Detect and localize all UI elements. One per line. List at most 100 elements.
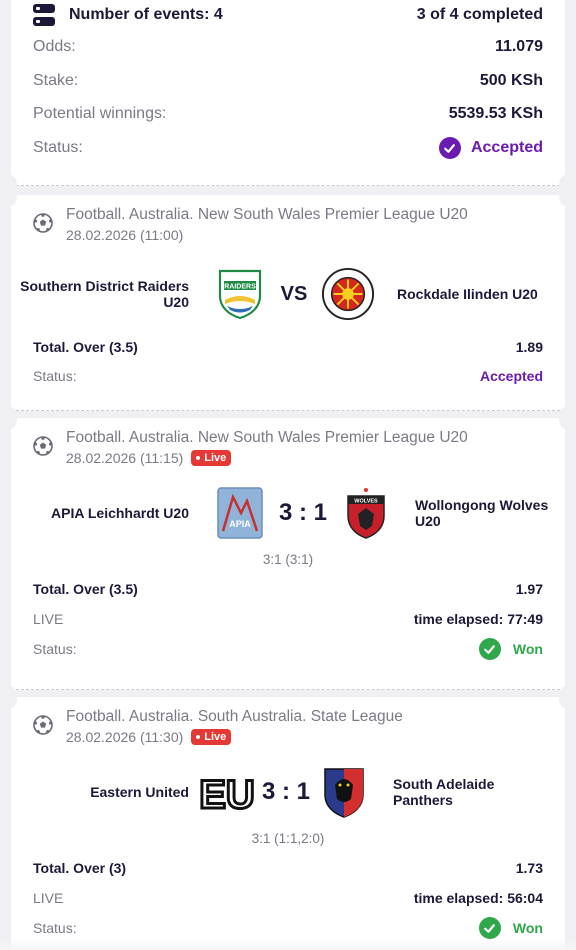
home-team: APIA Leichhardt U20 bbox=[51, 505, 189, 521]
bet-details: Number of events: 4 3 of 4 completed Odd… bbox=[5, 0, 571, 950]
period-score: 3:1 (3:1) bbox=[262, 552, 314, 567]
odds-row: Odds: 11.079 bbox=[33, 30, 543, 64]
status-label: Status: bbox=[33, 139, 83, 156]
ticket-notch bbox=[5, 407, 17, 429]
events-count-row: Number of events: 4 3 of 4 completed bbox=[33, 0, 543, 30]
event-header: Football. Australia. New South Wales Pre… bbox=[11, 418, 565, 466]
event-status-row: Status: Accepted bbox=[11, 366, 565, 386]
match-score: 3 : 1 bbox=[261, 778, 311, 805]
event-card[interactable]: Football. Australia. South Australia. St… bbox=[5, 686, 571, 950]
away-team: South Adelaide Panthers bbox=[393, 776, 495, 808]
market-name: Total. Over (3) bbox=[33, 860, 127, 876]
time-elapsed: time elapsed: 77:49 bbox=[413, 611, 543, 627]
event-status-value: Won bbox=[512, 641, 543, 657]
winnings-label: Potential winnings: bbox=[33, 105, 167, 122]
event-datetime: 28.02.2026 (11:30) bbox=[66, 729, 184, 745]
event-status: Accepted bbox=[479, 368, 543, 384]
stake-row: Stake: 500 KSh bbox=[33, 64, 543, 97]
event-datetime: 28.02.2026 (11:00) bbox=[66, 227, 184, 243]
matchup: APIA Leichhardt U20 APIA 3 : 1 WOLVES Wo… bbox=[11, 486, 565, 540]
event-odds: 1.89 bbox=[515, 339, 543, 355]
svg-text:RAIDERS: RAIDERS bbox=[224, 284, 256, 291]
events-list-icon bbox=[33, 4, 55, 26]
market-name: Total. Over (3.5) bbox=[33, 581, 138, 597]
event-card[interactable]: Football. Australia. New South Wales Pre… bbox=[5, 184, 571, 411]
svg-text:EU: EU bbox=[199, 773, 255, 814]
check-circle-icon bbox=[438, 137, 461, 159]
event-header: Football. Australia. South Australia. St… bbox=[11, 697, 565, 745]
event-status: Won bbox=[478, 917, 543, 939]
event-odds: 1.73 bbox=[515, 860, 543, 876]
match-score: 3 : 1 bbox=[278, 499, 328, 526]
odds-value: 11.079 bbox=[494, 38, 543, 55]
winnings-row: Potential winnings: 5539.53 KSh bbox=[33, 97, 543, 131]
live-row: LIVE time elapsed: 56:04 bbox=[11, 888, 565, 908]
home-team-logo: RAIDERS bbox=[213, 267, 267, 321]
live-row: LIVE time elapsed: 77:49 bbox=[11, 609, 565, 629]
svg-text:WOLVES: WOLVES bbox=[354, 499, 378, 505]
winnings-value: 5539.53 KSh bbox=[448, 105, 543, 122]
event-datetime: 28.02.2026 (11:15) bbox=[66, 450, 184, 466]
ticket-notch bbox=[559, 407, 571, 429]
ticket-notch bbox=[5, 184, 17, 206]
check-circle-icon bbox=[478, 638, 501, 660]
football-icon bbox=[33, 436, 53, 456]
live-dot-icon bbox=[196, 456, 201, 460]
svg-text:APIA: APIA bbox=[229, 519, 251, 529]
event-status-label: Status: bbox=[33, 920, 77, 936]
event-status-row: Status: Won bbox=[11, 917, 565, 939]
league-name: Football. Australia. South Australia. St… bbox=[66, 708, 403, 725]
bottom-sheet-edge bbox=[0, 938, 576, 950]
market-row: Total. Over (3) 1.73 bbox=[11, 858, 565, 878]
live-badge-label: Live bbox=[204, 731, 227, 743]
league-name: Football. Australia. New South Wales Pre… bbox=[66, 429, 468, 446]
market-row: Total. Over (3.5) 1.97 bbox=[11, 579, 565, 599]
time-elapsed: time elapsed: 56:04 bbox=[413, 890, 543, 906]
home-team: Southern District Raiders U20 bbox=[20, 278, 189, 310]
event-status-value: Won bbox=[512, 920, 543, 936]
football-icon bbox=[33, 715, 53, 735]
stake-label: Stake: bbox=[33, 71, 79, 89]
away-team-logo: WOLVES bbox=[339, 486, 393, 540]
status-value: Accepted bbox=[470, 139, 543, 156]
home-team-logo: APIA bbox=[213, 486, 267, 540]
matchup: Eastern United EU 3 : 1 South Adelaide P… bbox=[11, 765, 565, 819]
completed-count: 3 of 4 completed bbox=[416, 6, 543, 23]
event-status-label: Status: bbox=[33, 641, 77, 657]
league-name: Football. Australia. New South Wales Pre… bbox=[66, 206, 468, 223]
odds-label: Odds: bbox=[33, 38, 76, 55]
versus-label: VS bbox=[280, 282, 308, 305]
live-badge: Live bbox=[191, 450, 232, 466]
live-label: LIVE bbox=[33, 611, 64, 627]
bet-summary: Number of events: 4 3 of 4 completed Odd… bbox=[5, 0, 571, 197]
period-score: 3:1 (1:1,2:0) bbox=[251, 831, 325, 846]
live-label: LIVE bbox=[33, 890, 64, 906]
event-status: Won bbox=[478, 638, 543, 660]
football-icon bbox=[33, 213, 53, 233]
live-dot-icon bbox=[196, 735, 201, 739]
live-badge: Live bbox=[191, 729, 232, 745]
event-card[interactable]: Football. Australia. New South Wales Pre… bbox=[5, 407, 571, 690]
event-header: Football. Australia. New South Wales Pre… bbox=[11, 195, 565, 243]
ticket-notch bbox=[5, 686, 17, 708]
matchup: Southern District Raiders U20 RAIDERS VS bbox=[11, 267, 565, 321]
event-status-label: Status: bbox=[33, 368, 77, 384]
away-team-logo bbox=[321, 267, 375, 321]
stake-value: 500 KSh bbox=[479, 71, 543, 89]
market-name: Total. Over (3.5) bbox=[33, 339, 138, 355]
events-count: Number of events: 4 bbox=[69, 6, 223, 23]
ticket-notch bbox=[559, 184, 571, 206]
status-badge: Accepted bbox=[438, 137, 543, 159]
check-circle-icon bbox=[478, 917, 501, 939]
away-team: Wollongong Wolves U20 bbox=[415, 497, 549, 529]
away-team: Rockdale Ilinden U20 bbox=[397, 286, 538, 302]
event-status-row: Status: Won bbox=[11, 638, 565, 660]
ticket-notch bbox=[559, 686, 571, 708]
live-badge-label: Live bbox=[204, 452, 227, 464]
event-odds: 1.97 bbox=[515, 581, 543, 597]
market-row: Total. Over (3.5) 1.89 bbox=[11, 337, 565, 357]
away-team-logo bbox=[317, 765, 371, 819]
status-row: Status: Accepted bbox=[33, 131, 543, 165]
home-team-logo: EU bbox=[199, 765, 255, 819]
home-team: Eastern United bbox=[90, 784, 189, 800]
